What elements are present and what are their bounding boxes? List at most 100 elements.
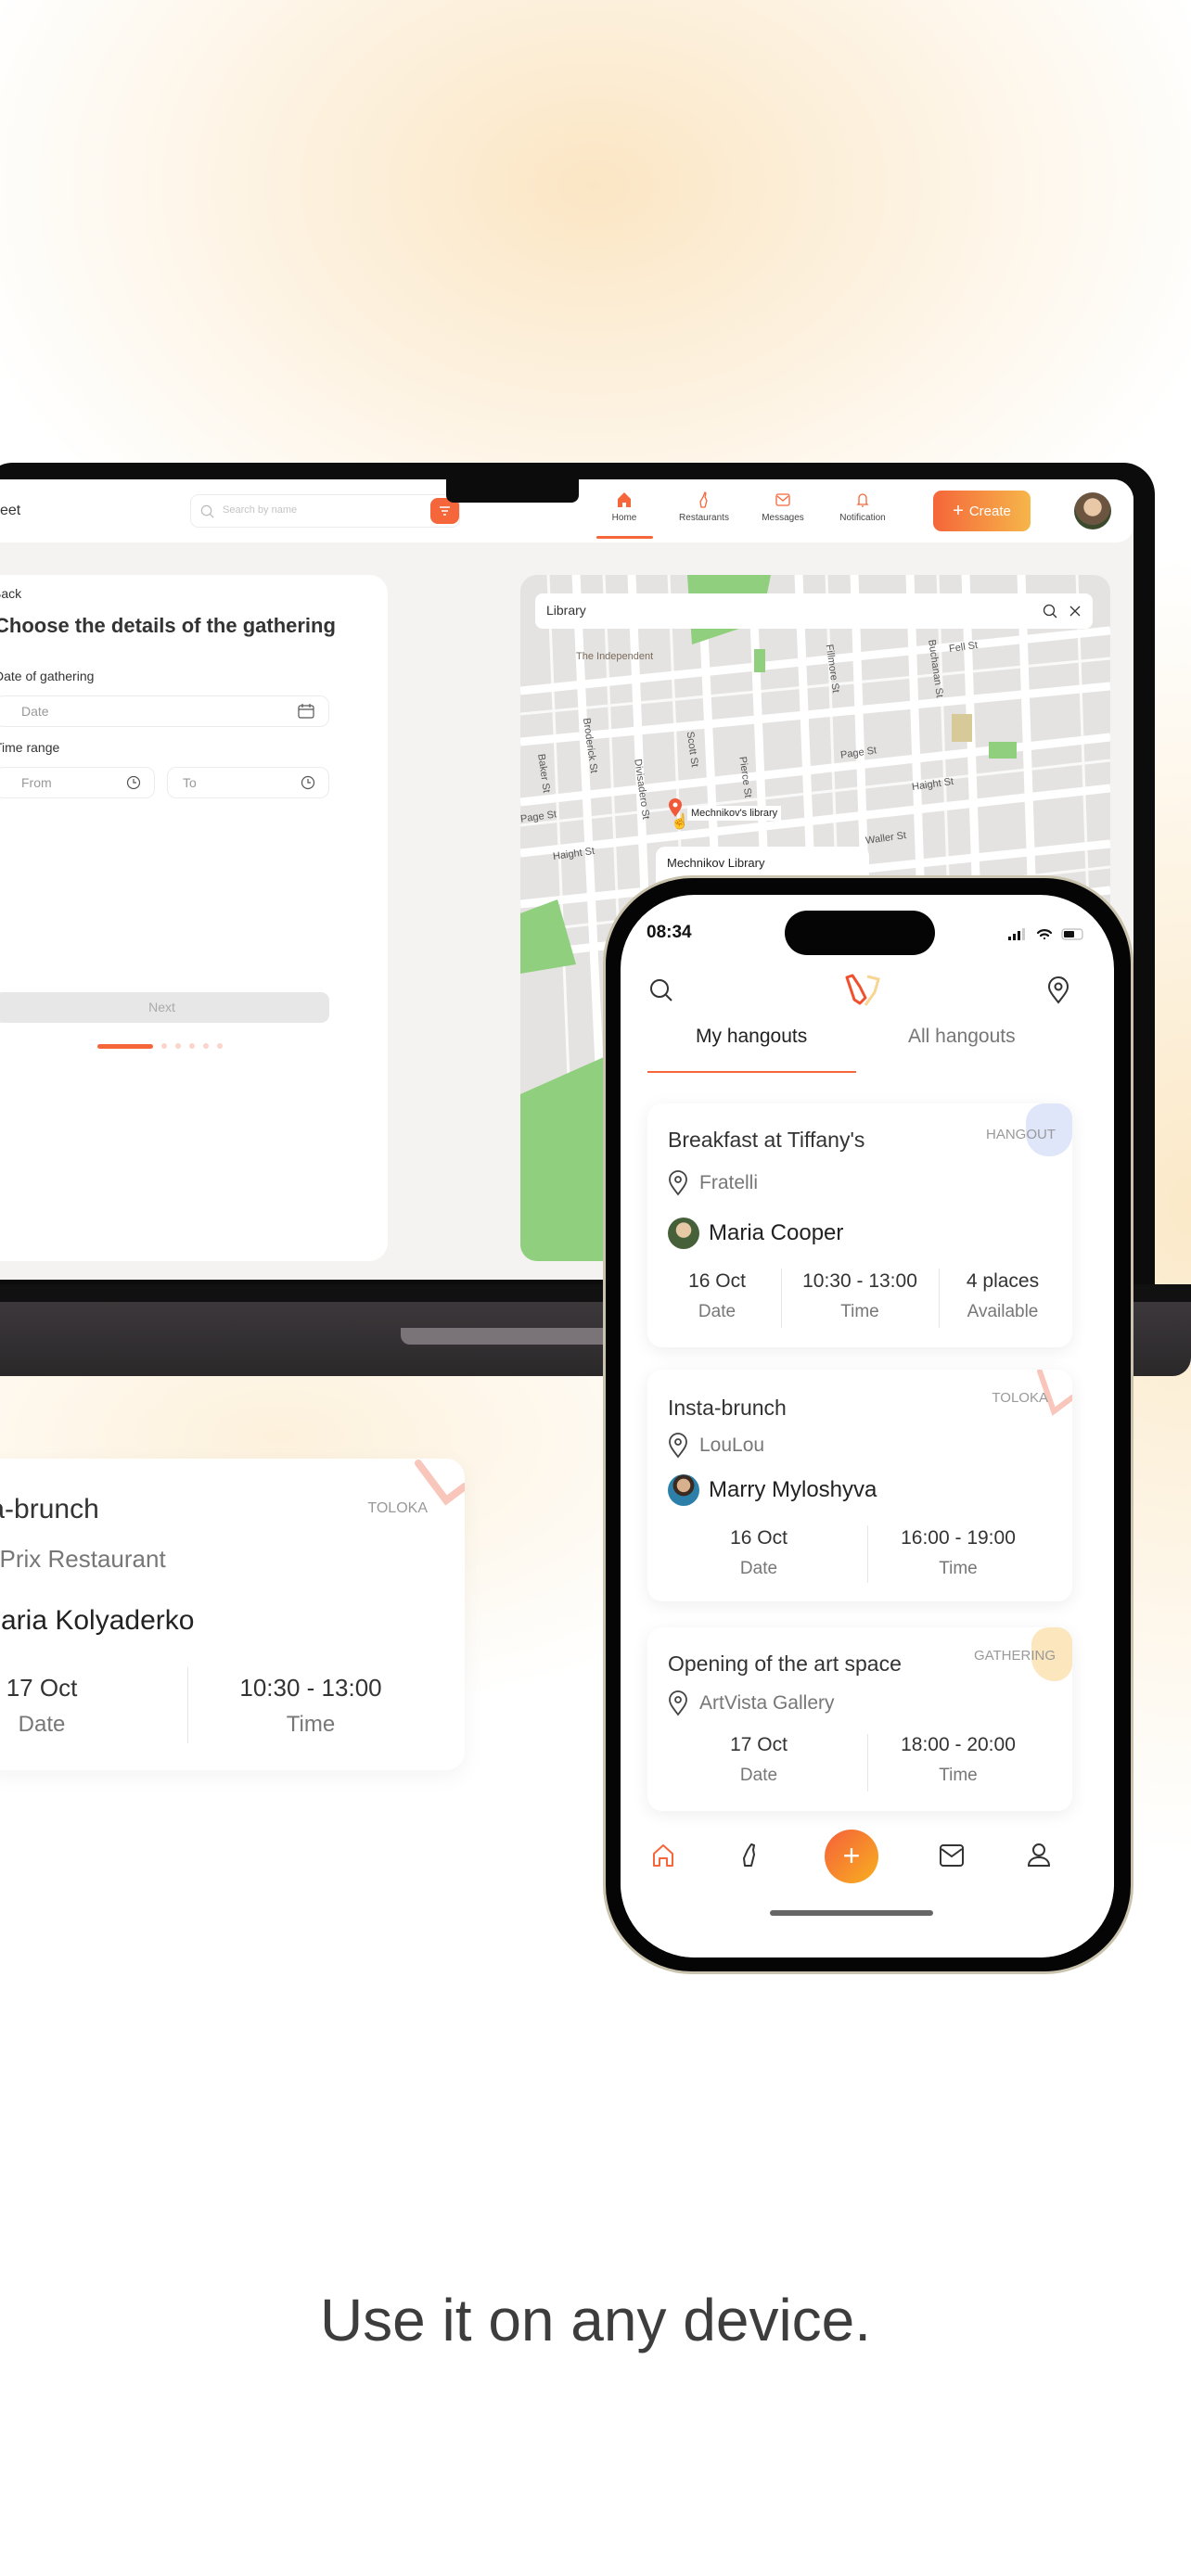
hangout-card[interactable]: Insta-brunch TOLOKA LouLou Marry Myloshy… xyxy=(647,1370,1072,1601)
nav-home[interactable]: Home xyxy=(587,491,661,523)
location-text: Fratelli xyxy=(699,1172,759,1193)
search-placeholder: Search by name xyxy=(223,504,298,516)
from-time-input[interactable]: From xyxy=(0,767,155,798)
stat-value: 4 places xyxy=(966,1270,1040,1292)
search-icon[interactable] xyxy=(1043,604,1057,618)
to-time-input[interactable]: To xyxy=(167,767,329,798)
date-placeholder: Date xyxy=(21,704,49,719)
stat-label: Date xyxy=(18,1712,66,1737)
card-title: Opening of the art space xyxy=(668,1651,902,1676)
gathering-details-card: Back Choose the details of the gathering… xyxy=(0,575,388,1261)
phone-screen: 08:34 My hangouts All hangouts Breakfast… xyxy=(621,895,1114,1958)
result-title: Mechnikov Library xyxy=(667,856,765,870)
card-title: Breakfast at Tiffany's xyxy=(668,1128,865,1152)
stat-label: Time xyxy=(286,1712,336,1737)
date-stat: 17 Oct Date xyxy=(689,1734,828,1786)
card-tag: TOLOKA xyxy=(367,1500,428,1516)
stat-label: Date xyxy=(698,1302,736,1321)
bell-icon xyxy=(856,493,869,507)
search-icon[interactable] xyxy=(648,977,674,1003)
nav-restaurants[interactable]: Restaurants xyxy=(667,491,741,523)
hangout-card[interactable]: Breakfast at Tiffany's HANGOUT Fratelli … xyxy=(647,1103,1072,1347)
nav-notification[interactable]: Notification xyxy=(826,491,900,523)
tab-my-hangouts[interactable]: My hangouts xyxy=(696,1026,807,1048)
places-stat: 4 places Available xyxy=(933,1270,1072,1322)
step-dot xyxy=(217,1043,223,1049)
card-location: Grand Prix Restaurant xyxy=(0,1545,166,1573)
card-title: Insta-brunch xyxy=(0,1494,99,1524)
location-text: ArtVista Gallery xyxy=(699,1692,835,1714)
stat-value: 17 Oct xyxy=(730,1734,788,1755)
host-name: Maria Cooper xyxy=(709,1220,844,1245)
card-location: Fratelli xyxy=(668,1170,758,1196)
bottle-icon[interactable] xyxy=(738,1843,761,1868)
stat-label: Time xyxy=(939,1559,978,1578)
time-range-label: Time range xyxy=(0,740,60,755)
time-stat: 10:30 - 13:00 Time xyxy=(790,1270,929,1322)
next-button[interactable]: Next xyxy=(0,992,329,1023)
location-text: LouLou xyxy=(699,1435,765,1456)
step-active xyxy=(97,1043,153,1049)
location-pin-icon xyxy=(669,1170,687,1196)
hangout-card-left[interactable]: Insta-brunch TOLOKA Grand Prix Restauran… xyxy=(0,1459,465,1770)
stat-label: Available xyxy=(967,1302,1039,1321)
nav-messages-label: Messages xyxy=(762,513,804,523)
tab-all-hangouts[interactable]: All hangouts xyxy=(908,1026,1016,1048)
nav-messages[interactable]: Messages xyxy=(746,491,820,523)
location-pin-icon xyxy=(669,1690,687,1716)
home-icon[interactable] xyxy=(650,1843,676,1868)
user-avatar[interactable] xyxy=(1074,492,1111,529)
mail-icon[interactable] xyxy=(939,1843,965,1868)
bottle-icon xyxy=(699,491,708,508)
stat-label: Time xyxy=(939,1766,978,1785)
search-icon xyxy=(200,504,214,518)
stat-label: Date xyxy=(739,1766,778,1785)
stat-value: 17 Oct xyxy=(6,1674,78,1702)
tab-active-indicator xyxy=(647,1071,856,1073)
create-label: Create xyxy=(968,503,1011,519)
close-icon[interactable] xyxy=(1069,605,1082,618)
back-link[interactable]: Back xyxy=(0,586,21,601)
map-search-input[interactable]: Library xyxy=(535,593,1093,629)
card-location: LouLou xyxy=(668,1433,764,1459)
plus-icon: + xyxy=(842,1839,861,1872)
card-location: ArtVista Gallery xyxy=(668,1690,835,1716)
date-input[interactable]: Date xyxy=(0,695,329,727)
laptop-camera-notch xyxy=(446,479,579,503)
home-indicator xyxy=(770,1910,933,1916)
search-input[interactable]: Search by name xyxy=(190,494,460,528)
card-tag: GATHERING xyxy=(973,1648,1056,1664)
stat-value: 16 Oct xyxy=(730,1527,788,1549)
form-title: Choose the details of the gathering xyxy=(0,614,336,637)
time-stat: 16:00 - 19:00 Time xyxy=(889,1527,1028,1579)
map-search-value: Library xyxy=(546,603,586,618)
nav-active-indicator xyxy=(596,536,653,539)
stat-label: Time xyxy=(840,1302,879,1321)
card-host: Marry Myloshyva xyxy=(668,1474,877,1506)
create-button[interactable]: + Create xyxy=(933,491,1031,531)
user-icon[interactable] xyxy=(1026,1842,1052,1868)
card-title: Insta-brunch xyxy=(668,1396,787,1420)
clock-icon xyxy=(301,775,315,790)
location-pin-icon[interactable] xyxy=(1045,976,1071,1004)
stat-value: 10:30 - 13:00 xyxy=(239,1674,382,1702)
add-hangout-button[interactable]: + xyxy=(825,1830,878,1883)
date-stat: 16 Oct Date xyxy=(647,1270,787,1322)
step-dot xyxy=(189,1043,195,1049)
dynamic-island xyxy=(785,911,935,955)
marker-label: Mechnikov's library xyxy=(687,806,782,821)
plus-icon: + xyxy=(953,500,964,521)
to-placeholder: To xyxy=(183,775,197,790)
step-dot xyxy=(175,1043,181,1049)
divider xyxy=(867,1525,868,1583)
card-tag: HANGOUT xyxy=(986,1127,1056,1142)
hangout-card[interactable]: Opening of the art space GATHERING ArtVi… xyxy=(647,1627,1072,1811)
wifi-icon xyxy=(1036,929,1053,940)
from-placeholder: From xyxy=(21,775,52,790)
stat-value: 16 Oct xyxy=(688,1270,746,1292)
time-stat: 18:00 - 20:00 Time xyxy=(889,1734,1028,1786)
step-dot xyxy=(203,1043,209,1049)
laptop-hinge xyxy=(401,1328,614,1345)
mail-icon xyxy=(775,493,790,506)
host-name: Marry Myloshyva xyxy=(709,1477,877,1502)
